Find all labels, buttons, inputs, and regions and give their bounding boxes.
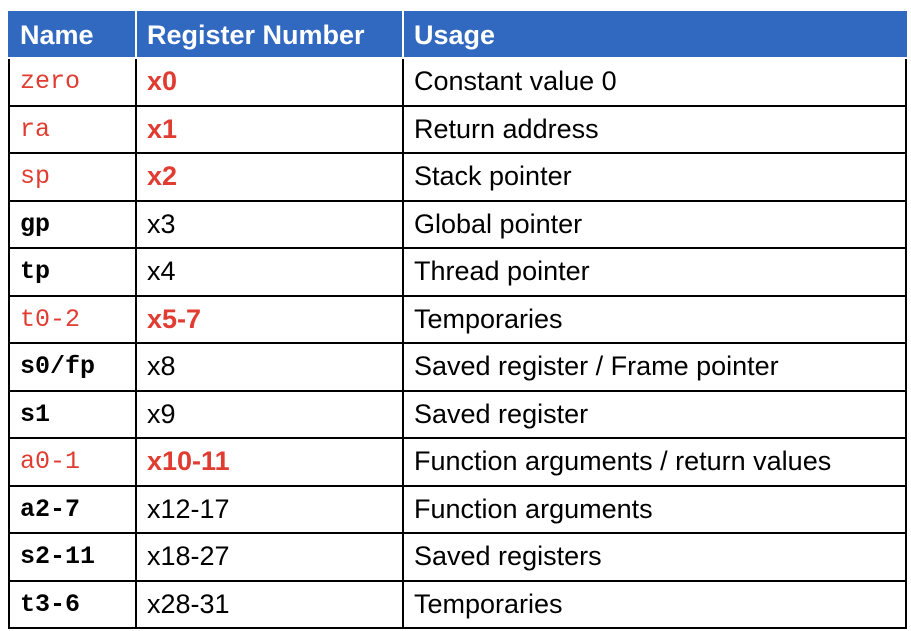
register-number: x0 (135, 57, 404, 107)
table-row: t3-6 x28-31 Temporaries (8, 579, 907, 629)
table-row: ra x1 Return address (8, 104, 907, 154)
table-row: tp x4 Thread pointer (8, 247, 907, 297)
register-number: x4 (135, 247, 404, 297)
register-usage: Return address (402, 104, 907, 154)
register-name: a0-1 (8, 437, 137, 487)
register-number: x9 (135, 389, 404, 439)
register-name: sp (8, 152, 137, 202)
register-name: a2-7 (8, 484, 137, 534)
register-name: ra (8, 104, 137, 154)
register-name: s2-11 (8, 532, 137, 582)
column-header-name: Name (8, 11, 137, 59)
register-number: x18-27 (135, 532, 404, 582)
register-name: t0-2 (8, 294, 137, 344)
register-usage: Thread pointer (402, 247, 907, 297)
register-table: Name Register Number Usage zero x0 Const… (8, 11, 907, 629)
register-usage: Function arguments / return values (402, 437, 907, 487)
table-row: zero x0 Constant value 0 (8, 57, 907, 107)
register-usage: Constant value 0 (402, 57, 907, 107)
register-number: x2 (135, 152, 404, 202)
register-usage: Temporaries (402, 294, 907, 344)
register-name: gp (8, 199, 137, 249)
register-usage: Saved register (402, 389, 907, 439)
register-number: x28-31 (135, 579, 404, 629)
register-name: zero (8, 57, 137, 107)
register-name: tp (8, 247, 137, 297)
register-number: x3 (135, 199, 404, 249)
table-row: s0/fp x8 Saved register / Frame pointer (8, 342, 907, 392)
register-name: s0/fp (8, 342, 137, 392)
register-number: x10-11 (135, 437, 404, 487)
column-header-register-number: Register Number (135, 11, 404, 59)
table-row: sp x2 Stack pointer (8, 152, 907, 202)
register-usage: Temporaries (402, 579, 907, 629)
register-number: x8 (135, 342, 404, 392)
register-usage: Saved registers (402, 532, 907, 582)
register-number: x5-7 (135, 294, 404, 344)
register-name: t3-6 (8, 579, 137, 629)
register-usage: Function arguments (402, 484, 907, 534)
table-row: gp x3 Global pointer (8, 199, 907, 249)
table-header-row: Name Register Number Usage (8, 11, 907, 59)
register-usage: Global pointer (402, 199, 907, 249)
table-row: s2-11 x18-27 Saved registers (8, 532, 907, 582)
register-number: x12-17 (135, 484, 404, 534)
table-row: t0-2 x5-7 Temporaries (8, 294, 907, 344)
register-number: x1 (135, 104, 404, 154)
table-row: a0-1 x10-11 Function arguments / return … (8, 437, 907, 487)
table-row: a2-7 x12-17 Function arguments (8, 484, 907, 534)
register-usage: Stack pointer (402, 152, 907, 202)
table-row: s1 x9 Saved register (8, 389, 907, 439)
register-usage: Saved register / Frame pointer (402, 342, 907, 392)
register-name: s1 (8, 389, 137, 439)
column-header-usage: Usage (402, 11, 907, 59)
